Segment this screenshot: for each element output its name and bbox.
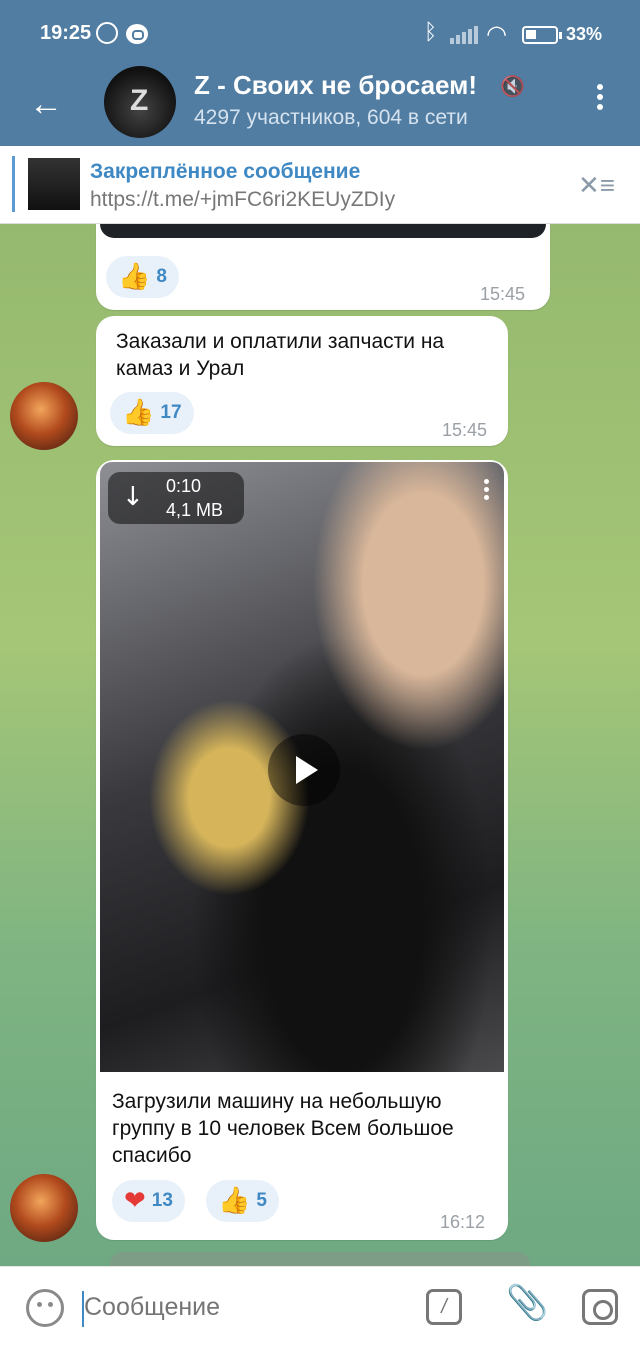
video-duration: 0:10 bbox=[166, 476, 202, 496]
video-preview[interactable]: ↓ 0:10 4,1 MB bbox=[100, 462, 504, 1072]
message-bubble[interactable]: Заказали и оплатили запчасти на камаз и … bbox=[96, 316, 508, 446]
status-time: 19:25 bbox=[40, 22, 92, 44]
battery-icon bbox=[522, 26, 562, 44]
pinned-thumbnail bbox=[28, 158, 80, 210]
user-avatar[interactable] bbox=[10, 1174, 78, 1242]
message-input-bar: / 📎 bbox=[0, 1266, 640, 1355]
bot-commands-icon[interactable]: / bbox=[426, 1289, 462, 1325]
message-input[interactable] bbox=[84, 1293, 384, 1322]
chat-messages-area[interactable]: 👍 8 15:45 Заказали и оплатили запчасти н… bbox=[0, 224, 640, 1266]
chat-header: ← Z - Своих не бросаем! 🔇 4297 участнико… bbox=[0, 66, 640, 146]
muted-icon: 🔇 bbox=[500, 76, 525, 98]
message-text: Загрузили машину на небольшую группу в 1… bbox=[112, 1090, 454, 1167]
reaction-chip-heart[interactable]: ❤ 13 bbox=[112, 1180, 185, 1222]
chat-members-status: 4297 участников, 604 в сети bbox=[194, 106, 468, 129]
play-icon[interactable] bbox=[268, 734, 340, 806]
emoji-icon[interactable] bbox=[26, 1289, 64, 1327]
thumbs-up-icon: 👍 bbox=[218, 1186, 251, 1216]
message-time: 15:45 bbox=[442, 420, 488, 440]
video-size: 4,1 MB bbox=[166, 500, 224, 520]
heart-icon: ❤ bbox=[124, 1186, 146, 1216]
message-text: Заказали и оплатили запчасти на камаз и … bbox=[116, 330, 445, 380]
camera-icon[interactable] bbox=[582, 1289, 618, 1325]
bluetooth-icon: ᛒ bbox=[424, 20, 438, 45]
back-arrow-icon[interactable]: ← bbox=[26, 84, 66, 124]
reaction-chip-thumbs[interactable]: 👍 5 bbox=[206, 1180, 279, 1222]
download-icon[interactable]: ↓ bbox=[122, 482, 144, 512]
chat-title[interactable]: Z - Своих не бросаем! bbox=[194, 70, 477, 101]
thumbs-up-icon: 👍 bbox=[122, 398, 155, 428]
pinned-link[interactable]: https://t.me/+jmFC6ri2KEUyZDIy bbox=[90, 188, 395, 212]
reaction-count: 5 bbox=[256, 1190, 267, 1211]
unpin-list-icon[interactable]: ✕≡ bbox=[578, 170, 615, 201]
battery-percent: 33% bbox=[566, 24, 603, 44]
cloud-icon bbox=[126, 24, 148, 44]
reaction-count: 17 bbox=[160, 402, 182, 423]
reaction-chip[interactable]: 👍 8 bbox=[106, 256, 179, 298]
wifi-icon: ◠ bbox=[486, 20, 507, 48]
alarm-icon bbox=[96, 22, 118, 44]
pinned-title: Закреплённое сообщение bbox=[90, 160, 361, 183]
attach-icon[interactable]: 📎 bbox=[506, 1283, 548, 1323]
pinned-indicator bbox=[12, 156, 15, 212]
reaction-chip[interactable]: 👍 17 bbox=[110, 392, 194, 434]
message-time: 15:45 bbox=[480, 284, 526, 304]
user-avatar[interactable] bbox=[10, 382, 78, 450]
next-message-peek bbox=[110, 1252, 530, 1266]
status-bar: 19:25 ᛒ ◠ 33% bbox=[0, 0, 640, 66]
message-image-bottom bbox=[100, 224, 546, 238]
pinned-message-bar[interactable]: Закреплённое сообщение https://t.me/+jmF… bbox=[0, 146, 640, 224]
reaction-count: 8 bbox=[156, 266, 167, 287]
chat-avatar[interactable] bbox=[104, 66, 176, 138]
video-info-badge[interactable]: ↓ 0:10 4,1 MB bbox=[108, 472, 244, 524]
more-menu-icon[interactable] bbox=[588, 80, 612, 120]
signal-icon bbox=[450, 26, 478, 44]
reaction-count: 13 bbox=[151, 1190, 173, 1211]
message-time: 16:12 bbox=[440, 1212, 486, 1232]
video-menu-icon[interactable] bbox=[480, 476, 492, 510]
thumbs-up-icon: 👍 bbox=[118, 262, 151, 292]
message-bubble[interactable]: 👍 8 15:45 bbox=[96, 224, 550, 310]
